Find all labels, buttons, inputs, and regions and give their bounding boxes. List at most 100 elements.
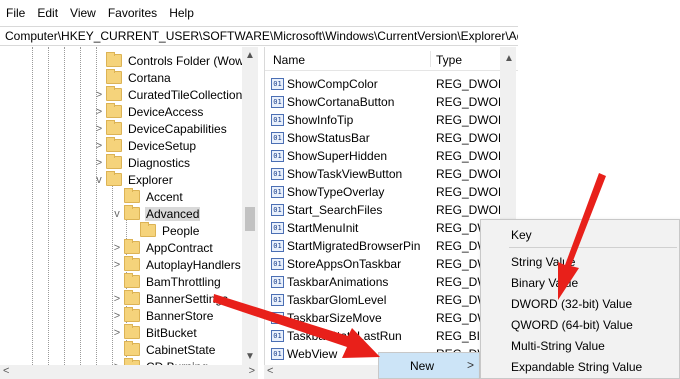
reg-dword-icon: 01 [271,258,284,270]
tree-guide [48,47,49,365]
menu-file[interactable]: File [6,6,25,20]
value-row[interactable]: 01 ShowInfoTip REG_DWORD [265,111,518,129]
tree-scrollbar[interactable]: ▲ ▼ [242,47,258,365]
scroll-down-icon[interactable]: ▼ [245,351,255,362]
expand-chevron-icon[interactable]: > [92,157,106,169]
expand-chevron-icon[interactable]: > [92,89,106,101]
menu-item-multi-string-value[interactable]: Multi-String Value [511,339,605,353]
tree-item-label: BitBucket [146,325,197,340]
column-header: Name Type [265,47,518,71]
value-row[interactable]: 01 ShowSuperHidden REG_DWORD [265,147,518,165]
value-name: ShowTypeOverlay [287,185,385,199]
expand-chevron-icon[interactable]: > [92,123,106,135]
context-menu-new[interactable]: New > [378,352,480,379]
tree-item[interactable]: v Advanced [110,205,201,222]
expand-chevron-icon[interactable]: > [92,106,106,118]
tree-item[interactable]: BamThrottling [110,273,222,290]
tree-item[interactable]: > CuratedTileCollection [92,86,243,103]
expand-chevron-icon[interactable]: > [110,310,124,322]
expand-chevron-icon[interactable]: > [110,293,124,305]
value-name: StartMenuInit [287,221,359,235]
value-row[interactable]: 01 ShowTaskViewButton REG_DWORD [265,165,518,183]
folder-icon [106,120,122,135]
scroll-right-icon[interactable]: > [249,365,255,377]
expand-chevron-icon[interactable]: > [110,242,124,254]
column-divider[interactable] [430,51,431,67]
reg-dword-icon: 01 [271,312,284,324]
menu-item-binary-value[interactable]: Binary Value [511,276,578,290]
expand-chevron-icon[interactable]: > [92,140,106,152]
tree-hscrollbar[interactable]: < > [0,365,258,379]
menu-separator [509,247,677,248]
value-row[interactable]: 01 ShowCortanaButton REG_DWORD [265,93,518,111]
tree-item-label: Explorer [128,172,173,187]
tree-item[interactable]: Accent [110,188,184,205]
tree-item[interactable]: Controls Folder (Wow [92,52,245,69]
value-row[interactable]: 01 ShowStatusBar REG_DWORD [265,129,518,147]
tree-item[interactable]: > BitBucket [110,324,198,341]
tree-item-label: BannerStore [146,308,214,323]
expand-chevron-icon[interactable]: > [110,259,124,271]
tree-item-label: DeviceCapabilities [128,121,227,136]
tree-item[interactable]: CabinetState [110,341,216,358]
folder-icon [124,256,140,271]
value-row[interactable]: 01 ShowCompColor REG_DWORD [265,75,518,93]
menu-edit[interactable]: Edit [37,6,58,20]
tree-item[interactable]: Cortana [92,69,172,86]
value-name: ShowCortanaButton [287,95,395,109]
tree-item-label: DeviceAccess [128,104,204,119]
scroll-thumb[interactable] [245,207,255,231]
reg-dword-icon: 01 [271,186,284,198]
tree-item[interactable]: > AppContract [110,239,214,256]
folder-icon [106,69,122,84]
value-name: StartMigratedBrowserPin [287,239,421,253]
folder-icon [124,205,140,220]
menu-item-string-value[interactable]: String Value [511,255,575,269]
menu-favorites[interactable]: Favorites [108,6,157,20]
menu-view[interactable]: View [70,6,96,20]
value-name: TaskbarGlomLevel [287,293,387,307]
reg-dword-icon: 01 [271,276,284,288]
scroll-up-icon[interactable]: ▲ [245,50,255,61]
tree-item-label: CabinetState [146,342,216,357]
tree-item-label: Advanced [145,206,201,221]
new-label: New [410,359,435,373]
scroll-left-icon[interactable]: < [3,365,9,377]
value-row[interactable]: 01 Start_SearchFiles REG_DWORD [265,201,518,219]
tree-item[interactable]: > BannerSettings [110,290,229,307]
column-type[interactable]: Type [436,53,462,67]
folder-icon [124,188,140,203]
tree-item[interactable]: > DeviceSetup [92,137,197,154]
scroll-up-icon[interactable]: ▲ [504,53,514,64]
tree-item[interactable]: > Diagnostics [92,154,191,171]
reg-dword-icon: 01 [271,204,284,216]
value-name: ShowCompColor [287,77,378,91]
menu-item-expandable-string-value[interactable]: Expandable String Value [511,360,642,374]
tree-item-label: AppContract [146,240,213,255]
expand-chevron-icon[interactable]: v [110,208,124,220]
menu-item-key[interactable]: Key [511,228,532,242]
tree-item-label: Accent [146,189,183,204]
address-bar[interactable]: Computer\HKEY_CURRENT_USER\SOFTWARE\Micr… [0,26,518,46]
tree-item[interactable]: > BannerStore [110,307,214,324]
tree-item-label: CuratedTileCollection [128,87,243,102]
expand-chevron-icon[interactable]: v [92,174,106,186]
tree-item[interactable]: > DeviceAccess [92,103,204,120]
expand-chevron-icon[interactable]: > [110,327,124,339]
tree-item-label: DeviceSetup [128,138,197,153]
tree-guide [64,47,65,365]
tree-item[interactable]: > AutoplayHandlers [110,256,242,273]
tree-item[interactable]: v Explorer [92,171,174,188]
menu-help[interactable]: Help [169,6,194,20]
menu-item-dword-value[interactable]: DWORD (32-bit) Value [511,297,632,311]
tree-item[interactable]: People [126,222,200,239]
tree-item-label: Diagnostics [128,155,191,170]
menu-item-qword-value[interactable]: QWORD (64-bit) Value [511,318,633,332]
folder-icon [124,341,140,356]
tree-item[interactable]: > DeviceCapabilities [92,120,228,137]
value-row[interactable]: 01 ShowTypeOverlay REG_DWORD [265,183,518,201]
tree-item-label: Cortana [128,70,171,85]
column-name[interactable]: Name [273,53,305,67]
folder-icon [124,239,140,254]
scroll-left-icon[interactable]: < [267,365,273,377]
